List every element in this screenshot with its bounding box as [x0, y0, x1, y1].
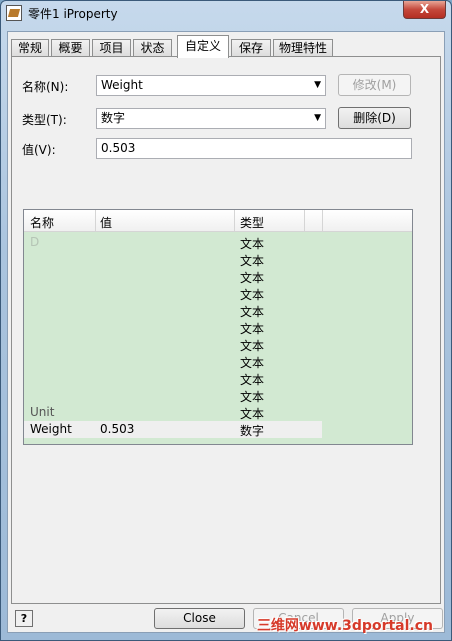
value-label: 值(V): — [22, 143, 56, 157]
row-type: 文本 — [240, 356, 265, 370]
column-header-name[interactable]: 名称 — [30, 214, 54, 231]
properties-list[interactable]: 名称 值 类型 D 文本 文本 文本 文本 文本 文本 文本 文本 文本 文本 … — [23, 209, 413, 445]
table-row[interactable]: 文本 — [24, 387, 322, 404]
help-icon[interactable]: ? — [15, 610, 33, 627]
column-header-type[interactable]: 类型 — [240, 214, 264, 231]
column-divider[interactable] — [95, 210, 96, 232]
table-row[interactable]: 文本 — [24, 353, 322, 370]
row-type: 文本 — [240, 254, 265, 268]
column-divider[interactable] — [304, 210, 305, 232]
column-header-value[interactable]: 值 — [100, 214, 112, 231]
row-type: 文本 — [240, 237, 265, 251]
tab-status[interactable]: 状态 — [133, 39, 172, 57]
window-title: 零件1 iProperty — [28, 7, 118, 21]
row-name: D — [30, 235, 40, 249]
row-name: Unit — [30, 405, 55, 419]
table-row[interactable]: 文本 — [24, 319, 322, 336]
tab-summary[interactable]: 概要 — [51, 39, 90, 57]
type-label: 类型(T): — [22, 113, 67, 127]
inventor-app-icon — [6, 5, 22, 21]
iproperty-dialog: 零件1 iProperty X 常规 概要 项目 状态 自定义 保存 物理特性 … — [0, 0, 452, 641]
title-bar[interactable]: 零件1 iProperty X — [1, 1, 451, 25]
type-combobox[interactable]: 数字 ▼ — [96, 108, 326, 129]
row-type: 文本 — [240, 339, 265, 353]
row-type: 文本 — [240, 305, 265, 319]
row-name: Weight — [30, 422, 72, 436]
row-type: 文本 — [240, 288, 265, 302]
delete-button[interactable]: 删除(D) — [338, 107, 411, 129]
row-type: 文本 — [240, 407, 265, 421]
table-row[interactable]: D 文本 — [24, 234, 322, 251]
dialog-body: 常规 概要 项目 状态 自定义 保存 物理特性 名称(N): Weight ▼ … — [7, 31, 445, 633]
custom-properties-panel: 名称(N): Weight ▼ 修改(M) 类型(T): 数字 ▼ 删除(D) … — [11, 56, 441, 604]
table-row[interactable]: Unit 文本 — [24, 404, 322, 421]
tab-physical[interactable]: 物理特性 — [273, 39, 333, 57]
close-button[interactable]: Close — [154, 608, 245, 629]
site-watermark: 三维网www.3dportal.cn — [256, 618, 433, 634]
dropdown-arrow-icon: ▼ — [314, 113, 321, 123]
tab-project[interactable]: 项目 — [92, 39, 131, 57]
name-combobox[interactable]: Weight ▼ — [96, 75, 326, 96]
value-input[interactable]: 0.503 — [96, 138, 412, 159]
table-row[interactable]: 文本 — [24, 336, 322, 353]
tab-custom[interactable]: 自定义 — [177, 35, 229, 58]
table-row[interactable]: 文本 — [24, 370, 322, 387]
table-row[interactable]: 文本 — [24, 268, 322, 285]
name-combobox-value: Weight — [101, 78, 143, 92]
table-row[interactable]: 文本 — [24, 285, 322, 302]
window-close-button[interactable]: X — [403, 1, 446, 19]
dropdown-arrow-icon: ▼ — [314, 80, 321, 90]
row-type: 文本 — [240, 271, 265, 285]
row-value: 0.503 — [100, 422, 135, 436]
row-type: 文本 — [240, 390, 265, 404]
tab-general[interactable]: 常规 — [11, 39, 49, 57]
tab-save[interactable]: 保存 — [231, 39, 271, 57]
type-combobox-value: 数字 — [101, 111, 126, 125]
column-divider[interactable] — [322, 210, 323, 232]
table-row[interactable]: 文本 — [24, 251, 322, 268]
list-body: D 文本 文本 文本 文本 文本 文本 文本 文本 文本 文本 Unit 文本 … — [24, 232, 412, 444]
table-row-selected[interactable]: Weight 0.503 数字 — [24, 421, 322, 438]
name-label: 名称(N): — [22, 80, 69, 94]
row-type: 文本 — [240, 322, 265, 336]
row-type: 文本 — [240, 373, 265, 387]
list-header: 名称 值 类型 — [24, 210, 412, 232]
row-type: 数字 — [240, 424, 265, 438]
modify-button[interactable]: 修改(M) — [338, 74, 411, 96]
column-divider[interactable] — [234, 210, 235, 232]
table-row[interactable]: 文本 — [24, 302, 322, 319]
